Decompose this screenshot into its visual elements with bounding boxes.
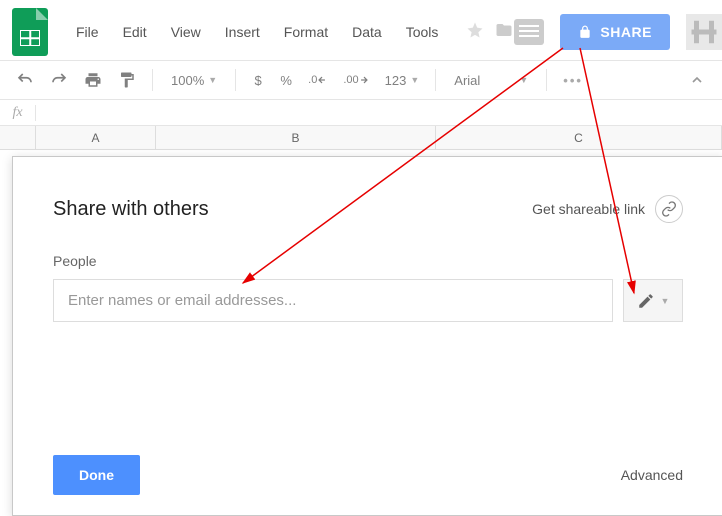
font-family-select[interactable]: Arial ▼	[446, 69, 536, 92]
select-all-corner[interactable]	[0, 126, 36, 149]
doc-title-icons	[466, 21, 514, 44]
column-headers: A B C	[0, 126, 722, 150]
column-header-c[interactable]: C	[436, 126, 722, 149]
app-header: File Edit View Insert Format Data Tools …	[0, 0, 722, 60]
menu-format[interactable]: Format	[274, 20, 338, 44]
get-shareable-link-label: Get shareable link	[532, 201, 645, 217]
share-dialog: Share with others Get shareable link Peo…	[12, 156, 722, 516]
chevron-down-icon: ▼	[410, 75, 419, 85]
undo-button[interactable]	[10, 67, 40, 93]
menu-tools[interactable]: Tools	[396, 20, 449, 44]
toolbar-separator	[435, 69, 436, 91]
share-button[interactable]: SHARE	[560, 14, 670, 50]
toolbar-more-button[interactable]: •••	[557, 69, 589, 92]
menu-edit[interactable]: Edit	[113, 20, 157, 44]
formula-bar: fx	[0, 100, 722, 126]
decrease-decimal-button[interactable]: .0	[302, 70, 333, 90]
chevron-down-icon: ▼	[519, 75, 528, 85]
chevron-down-icon: ▼	[208, 75, 217, 85]
comments-icon[interactable]	[514, 19, 544, 45]
format-currency-button[interactable]: $	[246, 69, 270, 92]
zoom-value: 100%	[171, 73, 204, 88]
sheets-logo-icon[interactable]	[12, 8, 48, 56]
paint-format-button[interactable]	[112, 67, 142, 93]
people-label: People	[53, 253, 683, 269]
formula-input[interactable]	[36, 100, 722, 125]
folder-icon[interactable]	[494, 21, 514, 44]
sheet-area[interactable]: Share with others Get shareable link Peo…	[0, 150, 722, 516]
pencil-icon	[637, 292, 655, 310]
permission-level-button[interactable]: ▼	[623, 279, 683, 322]
number-format-select[interactable]: 123 ▼	[379, 69, 426, 92]
star-icon[interactable]	[466, 21, 484, 44]
font-family-value: Arial	[454, 73, 480, 88]
collapse-toolbar-button[interactable]	[682, 65, 712, 95]
link-icon	[655, 195, 683, 223]
redo-button[interactable]	[44, 67, 74, 93]
toolbar-separator	[235, 69, 236, 91]
toolbar: 100% ▼ $ % .0 .00 123 ▼ Arial ▼ •••	[0, 60, 722, 100]
format-percent-button[interactable]: %	[274, 69, 298, 92]
lock-icon	[578, 24, 592, 40]
column-header-a[interactable]: A	[36, 126, 156, 149]
toolbar-separator	[546, 69, 547, 91]
chevron-down-icon: ▼	[661, 296, 670, 306]
share-button-label: SHARE	[600, 24, 652, 40]
zoom-select[interactable]: 100% ▼	[163, 69, 225, 92]
toolbar-separator	[152, 69, 153, 91]
menu-view[interactable]: View	[161, 20, 211, 44]
increase-decimal-button[interactable]: .00	[337, 70, 374, 90]
menu-data[interactable]: Data	[342, 20, 392, 44]
dialog-title: Share with others	[53, 198, 209, 221]
get-shareable-link-button[interactable]: Get shareable link	[532, 195, 683, 223]
print-button[interactable]	[78, 67, 108, 93]
people-input[interactable]	[53, 279, 613, 322]
menubar: File Edit View Insert Format Data Tools	[66, 20, 448, 44]
menu-insert[interactable]: Insert	[215, 20, 270, 44]
advanced-link[interactable]: Advanced	[621, 467, 683, 483]
fx-icon: fx	[0, 105, 36, 121]
avatar-placeholder-icon	[689, 17, 719, 47]
done-button[interactable]: Done	[53, 455, 140, 495]
account-avatar[interactable]	[686, 14, 722, 50]
menu-file[interactable]: File	[66, 20, 109, 44]
header-actions: SHARE	[514, 14, 722, 50]
column-header-b[interactable]: B	[156, 126, 436, 149]
